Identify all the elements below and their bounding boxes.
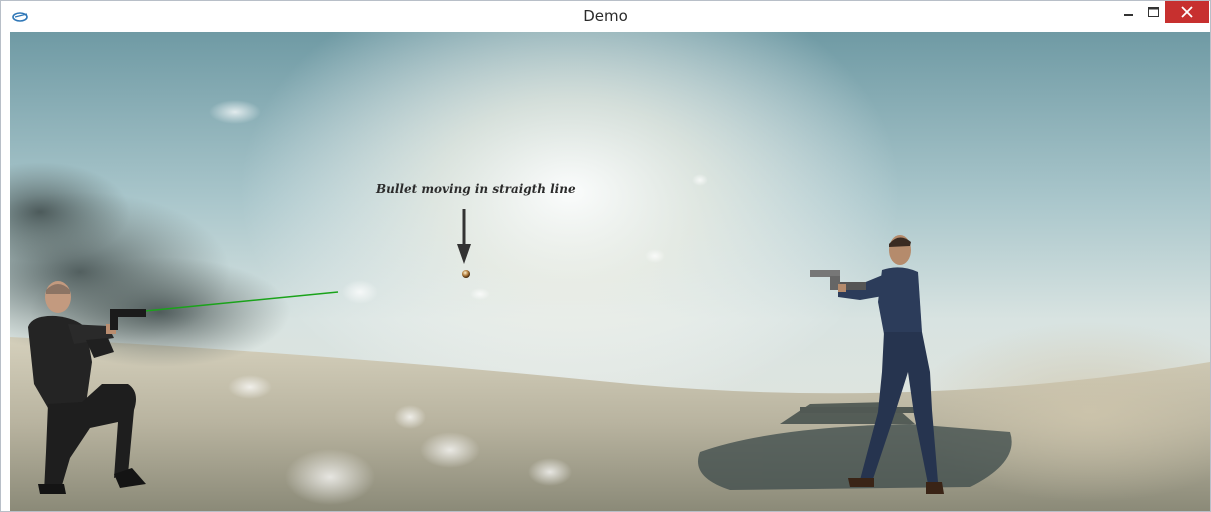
- minimize-icon: [1124, 14, 1133, 16]
- battlefield-scene: [10, 32, 1210, 511]
- game-canvas[interactable]: Bullet moving in straigth line: [10, 32, 1210, 511]
- maximize-icon: [1147, 7, 1159, 17]
- maximize-button[interactable]: [1142, 1, 1164, 23]
- title-bar[interactable]: Demo: [1, 1, 1210, 31]
- close-icon: [1181, 6, 1193, 18]
- bullet-annotation-label: Bullet moving in straigth line: [376, 182, 576, 196]
- close-button[interactable]: [1165, 1, 1209, 23]
- app-window: Demo Bullet moving in straigth line: [0, 0, 1211, 512]
- window-title: Demo: [583, 7, 628, 25]
- minimize-button[interactable]: [1118, 1, 1140, 23]
- bullet: [462, 270, 470, 278]
